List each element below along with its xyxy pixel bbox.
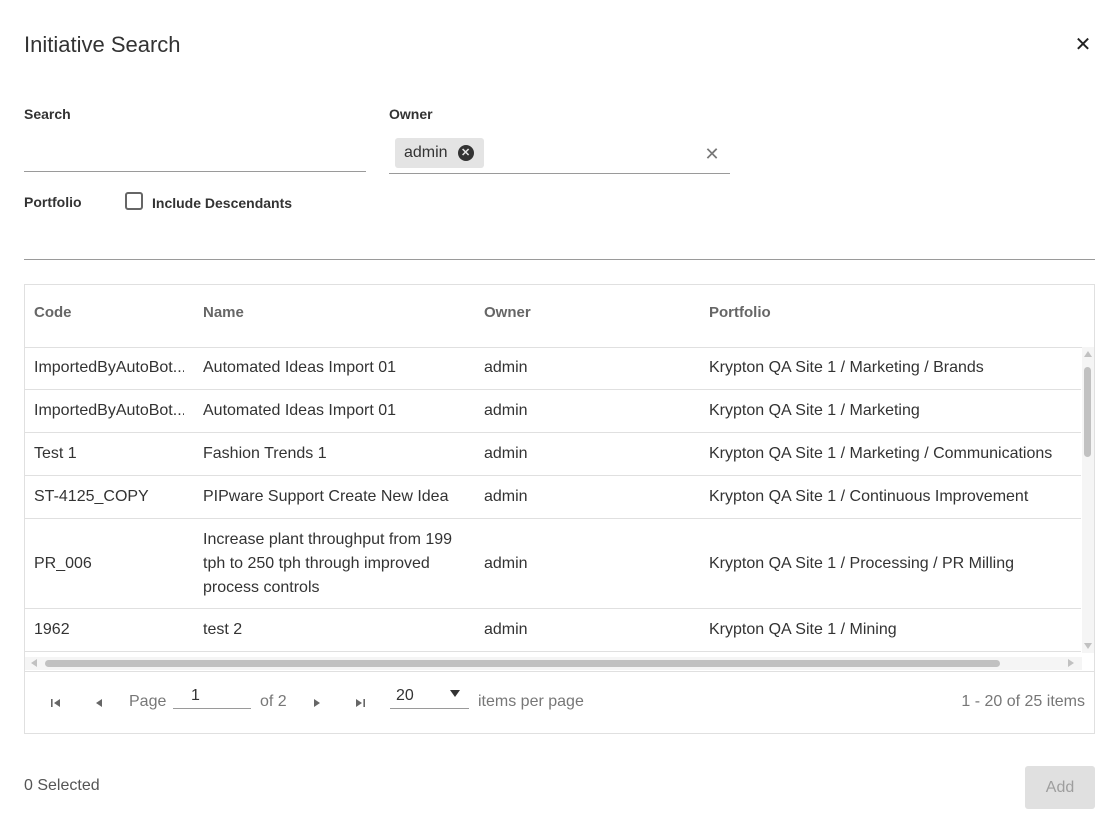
cell-name: Fashion Trends 1 — [203, 445, 327, 462]
grid-header: Code Name Owner Portfolio — [25, 285, 1094, 348]
column-header-name[interactable]: Name — [203, 304, 244, 321]
cell-name: Increase plant throughput from 199 tph t… — [203, 530, 453, 596]
cell-portfolio: Krypton QA Site 1 / Marketing — [709, 402, 920, 419]
horizontal-scroll-thumb[interactable] — [45, 660, 1000, 667]
clear-icon[interactable]: ✕ — [704, 144, 720, 165]
include-descendants-label: Include Descendants — [152, 195, 293, 211]
cell-portfolio: Krypton QA Site 1 / Marketing / Communic… — [709, 445, 1053, 462]
selected-count: 0 Selected — [24, 777, 100, 794]
cell-name: Automated Ideas Import 01 — [203, 402, 396, 419]
first-page-icon[interactable] — [49, 696, 63, 710]
cell-code: ST-4125_COPY — [34, 488, 149, 505]
column-header-owner[interactable]: Owner — [484, 304, 531, 321]
next-page-icon[interactable] — [310, 696, 324, 710]
chip-remove-icon[interactable]: ✕ — [457, 145, 474, 161]
vertical-scroll-thumb[interactable] — [1084, 367, 1091, 457]
cell-portfolio: Krypton QA Site 1 / Processing / PR Mill… — [709, 554, 1015, 572]
column-header-code[interactable]: Code — [34, 304, 72, 321]
table-row[interactable]: ST-4125_COPY PIPware Support Create New … — [25, 476, 1081, 519]
cell-code: 1962 — [34, 621, 70, 638]
cell-portfolio: Krypton QA Site 1 / Marketing / Brands — [709, 359, 984, 376]
cell-name: Automated Ideas Import 01 — [203, 359, 396, 376]
horizontal-scrollbar[interactable] — [25, 657, 1082, 670]
last-page-icon[interactable] — [353, 696, 367, 710]
table-row[interactable]: 1962 test 2 admin Krypton QA Site 1 / Mi… — [25, 609, 1081, 652]
table-row[interactable]: PR_006 Increase plant throughput from 19… — [25, 519, 1081, 609]
cell-name: PIPware Support Create New Idea — [203, 488, 449, 505]
table-row[interactable]: Test 1 Fashion Trends 1 admin Krypton QA… — [25, 433, 1081, 476]
include-descendants-checkbox[interactable] — [125, 192, 143, 210]
owner-chip-label: admin — [404, 144, 448, 161]
portfolio-label: Portfolio — [24, 194, 82, 210]
cell-code: ImportedByAutoBot... — [34, 402, 184, 419]
owner-label: Owner — [389, 106, 433, 122]
pager-summary: 1 - 20 of 25 items — [961, 693, 1085, 710]
cell-owner: admin — [484, 621, 528, 638]
dropdown-arrow-icon[interactable] — [450, 690, 460, 697]
column-header-portfolio[interactable]: Portfolio — [709, 304, 771, 321]
cell-owner: admin — [484, 402, 528, 419]
vertical-scrollbar[interactable] — [1082, 347, 1094, 653]
cell-code: ImportedByAutoBot... — [34, 359, 184, 376]
page-label: Page — [129, 693, 167, 710]
add-button[interactable]: Add — [1025, 766, 1095, 809]
page-number-value: 1 — [191, 687, 200, 704]
cell-owner: admin — [484, 554, 528, 572]
scroll-left-icon[interactable] — [31, 659, 37, 667]
scroll-down-icon[interactable] — [1084, 643, 1092, 649]
cell-name: test 2 — [203, 621, 243, 638]
cell-code: Test 1 — [34, 445, 77, 462]
cell-owner: admin — [484, 488, 528, 505]
page-count-label: of 2 — [260, 693, 287, 710]
cell-portfolio: Krypton QA Site 1 / Continuous Improveme… — [709, 488, 1029, 505]
initiative-grid: Code Name Owner Portfolio ImportedByAuto… — [24, 284, 1095, 734]
cell-owner: admin — [484, 445, 528, 462]
dialog-title: Initiative Search — [24, 32, 181, 57]
cell-code: PR_006 — [34, 554, 92, 572]
items-per-page-value: 20 — [396, 687, 414, 704]
close-icon[interactable]: ✕ — [1074, 35, 1092, 55]
items-per-page-label: items per page — [478, 693, 584, 710]
scroll-up-icon[interactable] — [1084, 351, 1092, 357]
table-row[interactable]: ImportedByAutoBot... Automated Ideas Imp… — [25, 347, 1081, 390]
portfolio-field[interactable] — [24, 259, 1095, 260]
items-per-page-select[interactable]: 20 — [390, 680, 469, 709]
scroll-right-icon[interactable] — [1068, 659, 1074, 667]
cell-owner: admin — [484, 359, 528, 376]
prev-page-icon[interactable] — [92, 696, 106, 710]
search-label: Search — [24, 106, 71, 122]
owner-chip: admin ✕ — [395, 138, 484, 168]
pager: Page 1 of 2 20 items per page 1 - 20 of … — [25, 671, 1094, 734]
search-input[interactable] — [24, 171, 366, 172]
page-number-input[interactable]: 1 — [173, 680, 251, 709]
table-row[interactable]: ImportedByAutoBot... Automated Ideas Imp… — [25, 390, 1081, 433]
cell-portfolio: Krypton QA Site 1 / Mining — [709, 621, 897, 638]
